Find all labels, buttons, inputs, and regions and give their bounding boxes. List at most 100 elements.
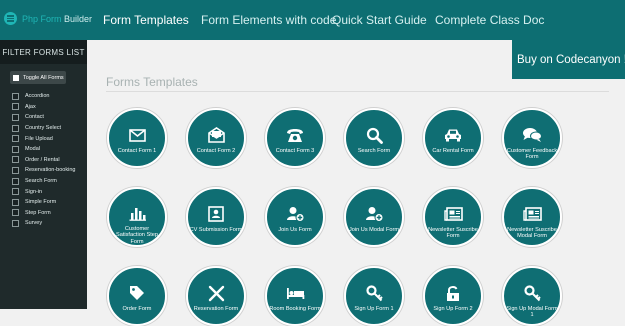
- filter-label: Accordion: [25, 93, 50, 100]
- filter-checkbox[interactable]: [12, 188, 19, 196]
- buy-label: Buy on Codecanyon !: [517, 53, 625, 66]
- comments-icon: [523, 128, 542, 142]
- template-card-customer-satisfaction-step-form[interactable]: Customer Satisfaction Step Form: [107, 187, 167, 247]
- filter-item[interactable]: File Upload: [12, 133, 75, 144]
- car-icon: [445, 129, 461, 142]
- nav-quick-start[interactable]: Quick Start Guide: [332, 13, 427, 27]
- filter-checkbox[interactable]: [12, 209, 19, 217]
- template-card-sign-up-form-2[interactable]: Sign Up Form 2: [423, 266, 483, 326]
- newspaper-icon: [522, 207, 542, 221]
- template-card-customer-feedback-form[interactable]: Customer Feedback Form: [502, 108, 562, 168]
- card-label: Newsletter Suscribe Form: [428, 227, 478, 240]
- bar-chart-icon: [129, 208, 146, 221]
- toggle-all-checkbox[interactable]: [13, 74, 19, 81]
- filter-label: Ajax: [25, 103, 36, 110]
- filter-checkbox[interactable]: [12, 145, 19, 153]
- key-icon: [365, 284, 383, 301]
- filter-item[interactable]: Search Form: [12, 176, 75, 187]
- card-label: Contact Form 3: [275, 148, 315, 154]
- filter-label: Reservation-booking: [25, 167, 76, 174]
- filter-item[interactable]: Modal: [12, 144, 75, 155]
- card-label: Contact Form 2: [196, 148, 236, 154]
- card-label: Sign Up Form 2: [433, 306, 473, 312]
- toggle-all-label: Toggle All Forms: [23, 74, 64, 81]
- logo-text: Php Form Builder: [22, 13, 93, 24]
- template-card-newsletter-suscribe-form[interactable]: Newsletter Suscribe Form: [423, 187, 483, 247]
- filter-checkbox[interactable]: [12, 103, 19, 111]
- sidebar-title: FILTER FORMS LIST: [0, 40, 87, 64]
- filter-label: Order / Rental: [25, 156, 60, 163]
- filter-label: File Upload: [25, 135, 53, 142]
- template-card-car-rental-form[interactable]: Car Rental Form: [423, 108, 483, 168]
- filter-checkbox[interactable]: [12, 177, 19, 185]
- logo-icon: [4, 12, 17, 25]
- filter-checkbox[interactable]: [12, 219, 19, 227]
- card-label: Search Form: [357, 148, 391, 154]
- filter-item[interactable]: Accordion: [12, 91, 75, 102]
- card-label: Sign Up Modal Form 1: [506, 306, 558, 319]
- card-label: CV Submission Form: [189, 227, 243, 233]
- template-card-newsletter-suscribe-modal-form[interactable]: Newsletter Suscribe Modal Form: [502, 187, 562, 247]
- filter-label: Modal: [25, 146, 40, 153]
- key-icon: [523, 284, 541, 301]
- user-plus-icon: [286, 207, 304, 222]
- nav-form-templates[interactable]: Form Templates: [103, 13, 189, 27]
- template-card-sign-up-form-1[interactable]: Sign Up Form 1: [344, 266, 404, 326]
- filter-checkbox[interactable]: [12, 113, 19, 121]
- filter-label: Sign-in: [25, 188, 43, 195]
- newspaper-icon: [443, 207, 463, 221]
- card-label: Join Us Modal Form: [348, 227, 400, 233]
- template-card-room-booking-form[interactable]: Room Booking Form: [265, 266, 325, 326]
- filter-item[interactable]: Order / Rental: [12, 155, 75, 166]
- card-label: Car Rental Form: [432, 148, 474, 154]
- filter-label: Contact: [25, 114, 44, 121]
- template-card-join-us-modal-form[interactable]: Join Us Modal Form: [344, 187, 404, 247]
- card-label: Sign Up Form 1: [354, 306, 394, 312]
- template-card-order-form[interactable]: Order Form: [107, 266, 167, 326]
- filter-item[interactable]: Simple Form: [12, 197, 75, 208]
- filter-checkbox[interactable]: [12, 156, 19, 164]
- filter-checkbox[interactable]: [12, 135, 19, 143]
- template-card-sign-up-modal-form-1[interactable]: Sign Up Modal Form 1: [502, 266, 562, 326]
- logo[interactable]: Php Form Builder: [4, 12, 92, 25]
- filter-label: Country Select: [25, 125, 62, 132]
- envelope-open-icon: [207, 127, 225, 143]
- filter-item[interactable]: Reservation-booking: [12, 165, 75, 176]
- template-card-search-form[interactable]: Search Form: [344, 108, 404, 168]
- filter-label: Simple Form: [25, 199, 57, 206]
- envelope-icon: [128, 128, 146, 142]
- filter-item[interactable]: Ajax: [12, 102, 75, 113]
- card-label: Room Booking Form: [269, 306, 321, 312]
- nav-form-elements[interactable]: Form Elements with code: [201, 13, 336, 27]
- card-label: Reservation Form: [193, 306, 239, 312]
- filter-item[interactable]: Sign-in: [12, 186, 75, 197]
- template-card-join-us-form[interactable]: Join Us Form: [265, 187, 325, 247]
- search-icon: [366, 127, 383, 144]
- template-card-contact-form-2[interactable]: Contact Form 2: [186, 108, 246, 168]
- card-label: Join Us Form: [278, 227, 312, 233]
- card-label: Newsletter Suscribe Modal Form: [507, 227, 557, 240]
- template-card-contact-form-1[interactable]: Contact Form 1: [107, 108, 167, 168]
- template-card-contact-form-3[interactable]: Contact Form 3: [265, 108, 325, 168]
- filter-item[interactable]: Country Select: [12, 123, 75, 134]
- filter-checkbox[interactable]: [12, 124, 19, 132]
- template-card-reservation-form[interactable]: Reservation Form: [186, 266, 246, 326]
- user-plus-icon: [365, 207, 383, 222]
- filter-checkbox[interactable]: [12, 92, 19, 100]
- filter-item[interactable]: Step Form: [12, 208, 75, 219]
- telephone-icon: [287, 128, 303, 142]
- nav-class-doc[interactable]: Complete Class Doc: [435, 13, 544, 27]
- filter-item[interactable]: Contact: [12, 112, 75, 123]
- page-title: Forms Templates: [106, 75, 198, 89]
- filter-label: Search Form: [25, 178, 57, 185]
- card-label: Order Form: [122, 306, 152, 312]
- template-card-cv-submission-form[interactable]: CV Submission Form: [186, 187, 246, 247]
- toggle-all-button[interactable]: Toggle All Forms: [10, 71, 66, 84]
- filter-checkbox[interactable]: [12, 198, 19, 206]
- tag-icon: [130, 286, 144, 300]
- filter-checkbox[interactable]: [12, 166, 19, 174]
- top-navbar: Php Form Builder Form Templates Form Ele…: [0, 0, 625, 40]
- buy-on-codecanyon-button[interactable]: Buy on Codecanyon !: [512, 40, 625, 79]
- filter-item[interactable]: Survey: [12, 218, 75, 229]
- utensils-icon: [208, 285, 224, 301]
